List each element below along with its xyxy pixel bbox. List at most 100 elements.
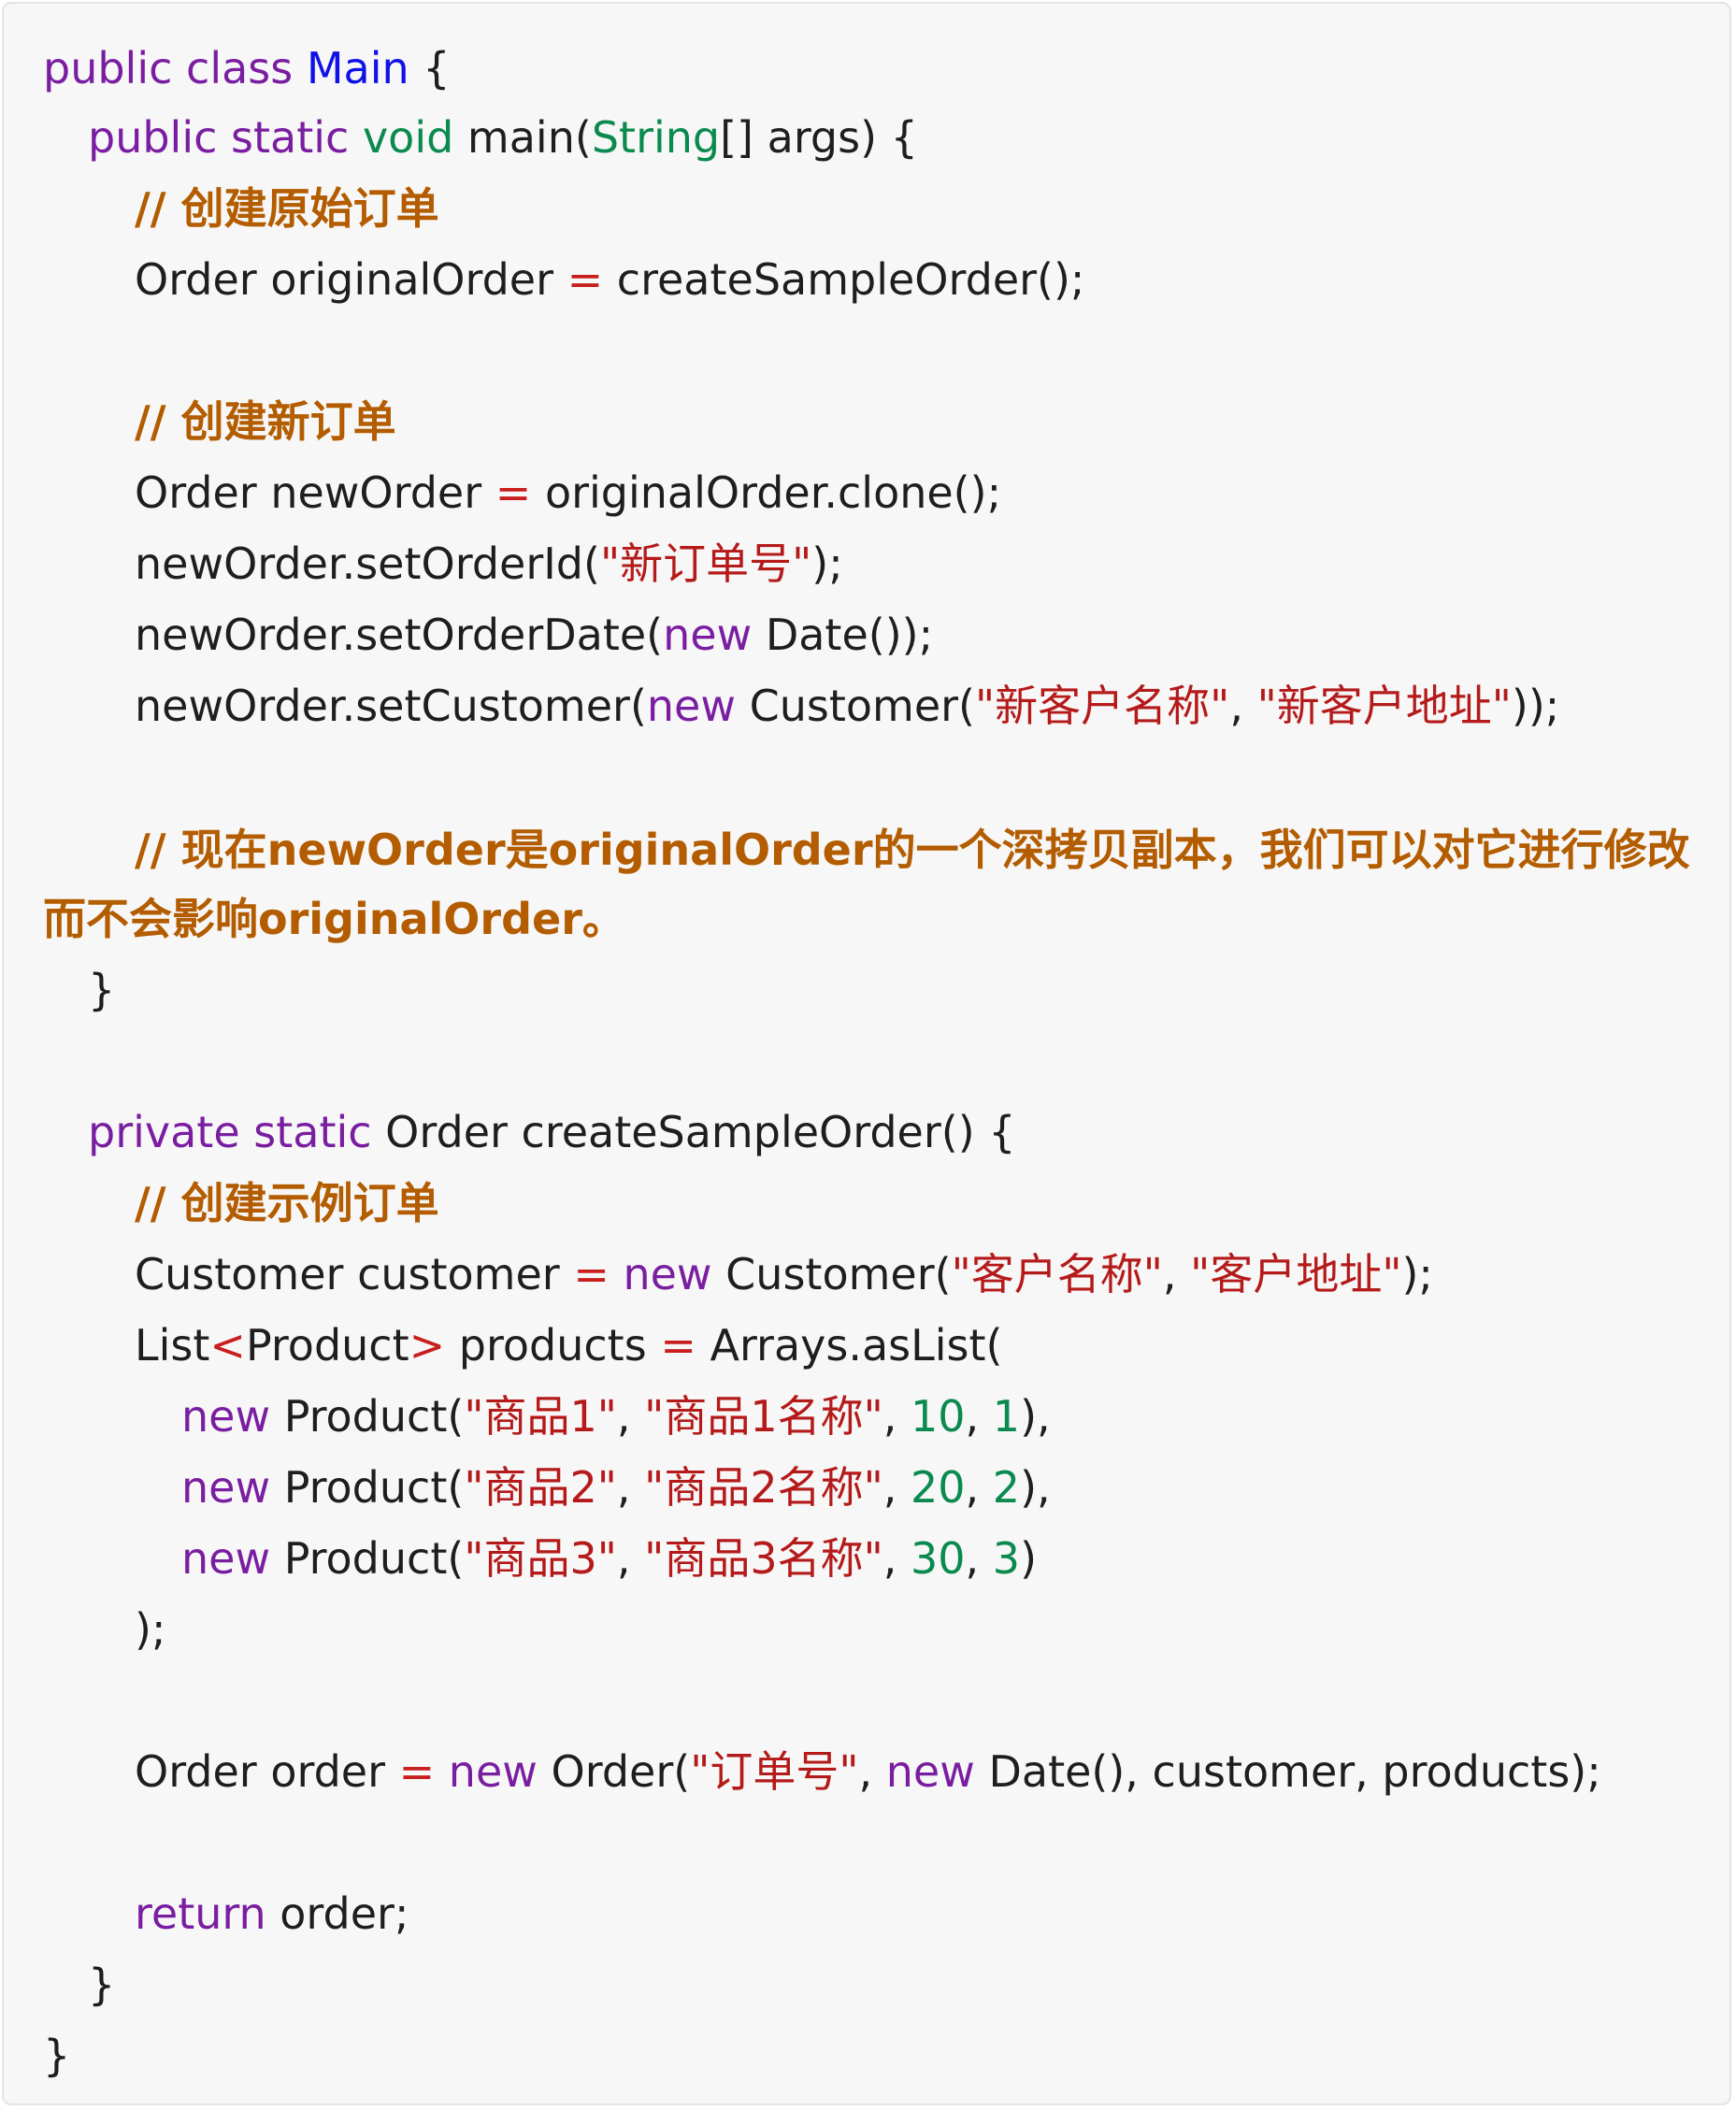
code-text: Order order	[135, 1746, 399, 1797]
code-comment-1: // 创建原始订单	[135, 183, 439, 234]
code-text: [] args) {	[720, 112, 918, 163]
code-line-23: }	[43, 2031, 71, 2081]
code-text: ,	[858, 1746, 886, 1797]
operator: >	[409, 1320, 446, 1371]
string-literal: "客户地址"	[1190, 1249, 1402, 1299]
code-line-19: );	[135, 1604, 166, 1655]
code-text: ,	[882, 1391, 911, 1442]
code-text: Product(	[270, 1391, 465, 1442]
code-line-2: public static void main(String[] args) {	[88, 107, 918, 168]
string-literal: "新客户地址"	[1256, 681, 1512, 731]
code-block: public class Main { public static void m…	[2, 2, 1731, 2105]
code-line-17: new Product("商品2", "商品2名称", 20, 2),	[181, 1457, 1051, 1518]
code-text: );	[811, 538, 843, 589]
string-literal: "商品2"	[464, 1462, 617, 1513]
string-literal: "商品2名称"	[644, 1462, 883, 1513]
code-text: ,	[882, 1462, 911, 1513]
code-text: {	[409, 43, 451, 93]
number-literal: 20	[911, 1462, 966, 1513]
code-line-12: private static Order createSampleOrder()…	[88, 1101, 1016, 1163]
code-text: Customer customer	[135, 1249, 574, 1299]
code-text: Date(), customer, products);	[974, 1746, 1601, 1797]
keyword: new	[435, 1746, 538, 1797]
class-name: Main	[306, 43, 409, 93]
code-text: ,	[1229, 681, 1257, 731]
code-text: createSampleOrder();	[603, 254, 1085, 305]
code-text: Product(	[270, 1533, 465, 1584]
code-text: products	[445, 1320, 661, 1371]
operator: =	[398, 1746, 436, 1797]
keyword: new	[646, 681, 736, 731]
code-line-15: List<Product> products = Arrays.asList(	[135, 1314, 1002, 1376]
keyword: new	[609, 1249, 712, 1299]
code-line-1: public class Main {	[43, 37, 451, 99]
code-comment-3: // 现在newOrder是originalOrder的一个深拷贝副本，我们可以…	[43, 825, 1690, 944]
code-text: ,	[616, 1533, 645, 1584]
keyword: new	[181, 1391, 271, 1442]
code-text: Order newOrder	[135, 467, 495, 518]
string-literal: "新客户名称"	[974, 681, 1230, 731]
code-text: ,	[882, 1533, 911, 1584]
code-text: ));	[1511, 681, 1560, 731]
type-name: String	[591, 112, 721, 163]
keyword: public static	[88, 112, 363, 163]
keyword: new	[181, 1462, 271, 1513]
string-literal: "商品1名称"	[644, 1391, 883, 1442]
code-line-4: Order originalOrder = createSampleOrder(…	[135, 249, 1084, 310]
keyword: new	[663, 610, 753, 660]
type-name: void	[362, 112, 454, 163]
operator: =	[567, 254, 604, 305]
number-literal: 2	[992, 1462, 1021, 1513]
code-comment-4: // 创建示例订单	[135, 1178, 439, 1228]
number-literal: 10	[911, 1391, 966, 1442]
keyword: return	[135, 1888, 266, 1939]
code-line-21: return order;	[135, 1883, 409, 1945]
code-text: newOrder.setOrderId(	[135, 538, 600, 589]
code-text: Customer(	[711, 1249, 952, 1299]
keyword: new	[885, 1746, 975, 1797]
code-text: order;	[265, 1888, 409, 1939]
code-text: Customer(	[735, 681, 975, 731]
code-text: Arrays.asList(	[696, 1320, 1003, 1371]
code-text: ,	[965, 1391, 993, 1442]
code-text: Product(	[270, 1462, 465, 1513]
string-literal: "商品3"	[464, 1533, 617, 1584]
code-text: ),	[1020, 1391, 1051, 1442]
code-text: originalOrder.clone();	[531, 467, 1002, 518]
keyword: new	[181, 1533, 271, 1584]
code-text: )	[1020, 1533, 1038, 1584]
operator: <	[209, 1320, 246, 1371]
code-text: ,	[616, 1462, 645, 1513]
number-literal: 1	[992, 1391, 1021, 1442]
code-line-16: new Product("商品1", "商品1名称", 10, 1),	[181, 1385, 1051, 1447]
code-text: ,	[965, 1462, 993, 1513]
code-text: List	[135, 1320, 210, 1371]
code-line-18: new Product("商品3", "商品3名称", 30, 3)	[181, 1528, 1037, 1589]
keyword: private static	[88, 1107, 372, 1157]
string-literal: "新订单号"	[599, 538, 812, 589]
code-text: Order createSampleOrder() {	[371, 1107, 1016, 1157]
number-literal: 3	[992, 1533, 1021, 1584]
code-line-7: newOrder.setOrderId("新订单号");	[135, 533, 843, 595]
code-text: Order(	[537, 1746, 691, 1797]
code-text: ,	[616, 1391, 645, 1442]
code-text: Date());	[752, 610, 934, 660]
number-literal: 30	[911, 1533, 966, 1584]
code-line-22: }	[88, 1959, 116, 2010]
string-literal: "商品1"	[464, 1391, 617, 1442]
code-text: Product	[245, 1320, 409, 1371]
code-line-14: Customer customer = new Customer("客户名称",…	[135, 1243, 1433, 1305]
string-literal: "订单号"	[690, 1746, 859, 1797]
code-comment-2: // 创建新订单	[135, 396, 396, 447]
code-text: newOrder.setOrderDate(	[135, 610, 664, 660]
code-line-9: newOrder.setCustomer(new Customer("新客户名称…	[135, 675, 1559, 737]
code-line-11: }	[88, 965, 116, 1015]
keyword: public class	[43, 43, 307, 93]
string-literal: "商品3名称"	[644, 1533, 883, 1584]
string-literal: "客户名称"	[951, 1249, 1163, 1299]
code-text: newOrder.setCustomer(	[135, 681, 647, 731]
operator: =	[573, 1249, 610, 1299]
code-text: main(	[453, 112, 592, 163]
code-text: Order originalOrder	[135, 254, 567, 305]
code-line-8: newOrder.setOrderDate(new Date());	[135, 604, 933, 666]
